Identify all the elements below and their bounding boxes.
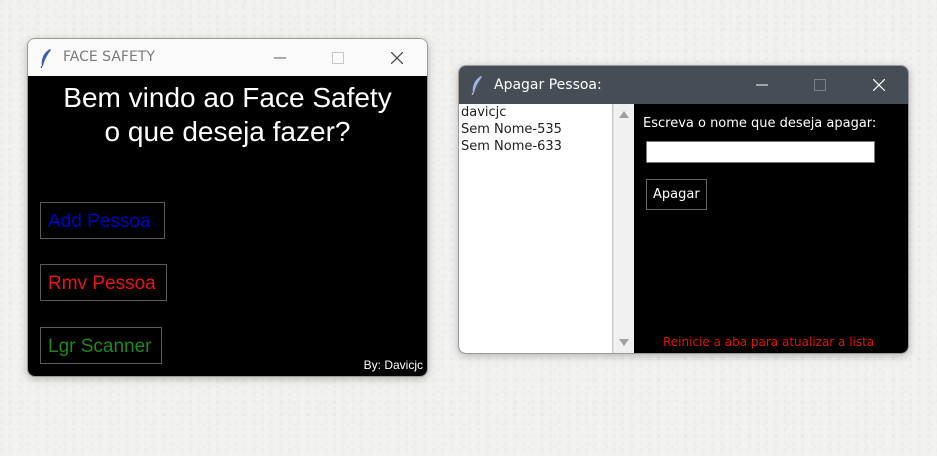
- delete-button[interactable]: Apagar: [646, 179, 707, 210]
- main-panel: Bem vindo ao Face Safety o que deseja fa…: [28, 76, 427, 376]
- delete-prompt: Escreva o nome que deseja apagar:: [643, 116, 877, 131]
- name-input[interactable]: [646, 141, 875, 163]
- minimize-button[interactable]: [257, 39, 303, 76]
- list-scrollbar[interactable]: [613, 104, 634, 353]
- title-bar[interactable]: FACE SAFETY: [28, 39, 427, 76]
- window-title: Apagar Pessoa:: [494, 77, 602, 93]
- refresh-note: Reinicie a aba para atualizar a lista: [663, 335, 875, 349]
- window-title: FACE SAFETY: [63, 49, 155, 65]
- scroll-down-icon[interactable]: [619, 339, 629, 346]
- maximize-button[interactable]: [315, 39, 361, 76]
- title-bar[interactable]: Apagar Pessoa:: [459, 66, 908, 104]
- delete-panel: davicjc Sem Nome-535 Sem Nome-633 Escrev…: [459, 104, 908, 353]
- feather-icon: [470, 75, 484, 99]
- delete-person-window: Apagar Pessoa: davicjc Sem Nome-535 Sem …: [458, 65, 909, 354]
- minimize-button[interactable]: [739, 66, 785, 104]
- remove-person-button[interactable]: Rmv Pessoa: [40, 264, 167, 301]
- minimize-icon: [756, 84, 768, 86]
- list-item[interactable]: Sem Nome-633: [459, 138, 612, 155]
- maximize-icon: [332, 51, 344, 64]
- list-item[interactable]: Sem Nome-535: [459, 121, 612, 138]
- face-safety-window: FACE SAFETY Bem vindo ao Face Safety o q…: [27, 38, 428, 377]
- author-credit: By: Davicjc: [363, 358, 423, 372]
- close-button[interactable]: [374, 39, 420, 76]
- scroll-up-icon[interactable]: [619, 111, 629, 118]
- close-icon: [873, 79, 885, 91]
- welcome-heading: Bem vindo ao Face Safety o que deseja fa…: [63, 82, 392, 147]
- feather-icon: [39, 48, 53, 72]
- scanner-button[interactable]: Lgr Scanner: [40, 327, 162, 364]
- minimize-icon: [274, 57, 286, 58]
- list-item[interactable]: davicjc: [459, 104, 612, 121]
- people-listbox[interactable]: davicjc Sem Nome-535 Sem Nome-633: [459, 104, 613, 353]
- maximize-button[interactable]: [797, 66, 843, 104]
- close-icon: [391, 51, 403, 64]
- close-button[interactable]: [856, 66, 902, 104]
- maximize-icon: [814, 79, 826, 91]
- add-person-button[interactable]: Add Pessoa: [40, 202, 165, 239]
